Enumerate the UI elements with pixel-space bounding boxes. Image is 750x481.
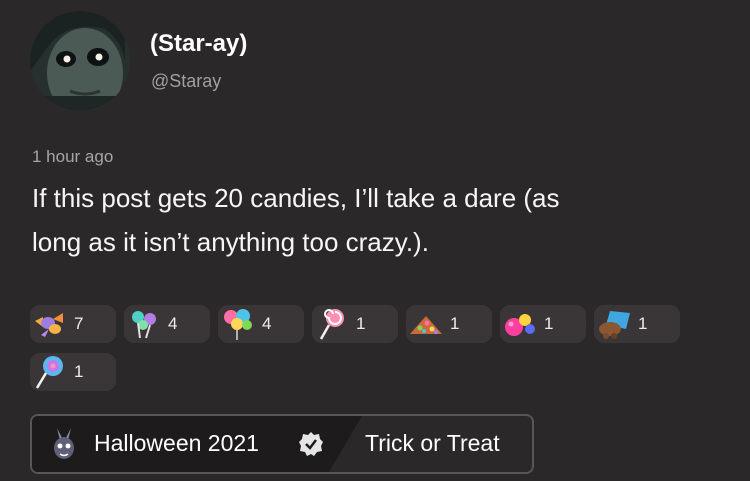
event-name: Halloween 2021 bbox=[94, 430, 259, 456]
wrapped-candy-icon bbox=[30, 305, 70, 343]
reaction-count: 1 bbox=[74, 362, 84, 381]
reaction-count: 7 bbox=[74, 314, 84, 333]
post-text-line: long as it isn’t anything too crazy.). bbox=[32, 227, 429, 257]
reaction-chip-gumballs[interactable]: 1 bbox=[500, 305, 586, 343]
avatar[interactable] bbox=[30, 11, 130, 111]
gumballs-icon bbox=[500, 305, 540, 343]
reaction-chip-candy-pile[interactable]: 1 bbox=[406, 305, 492, 343]
candy-pile-icon bbox=[406, 305, 446, 343]
reaction-count: 1 bbox=[356, 314, 366, 333]
reaction-chip-lollipop[interactable]: 1 bbox=[312, 305, 398, 343]
round-lollipop-icon bbox=[30, 353, 70, 391]
reaction-chip-cotton-candy[interactable]: 4 bbox=[124, 305, 210, 343]
post-text: If this post gets 20 candies, I’ll take … bbox=[32, 176, 722, 264]
balloons-icon bbox=[218, 305, 258, 343]
reaction-chip-wrapped-candy[interactable]: 7 bbox=[30, 305, 116, 343]
post-timestamp: 1 hour ago bbox=[32, 147, 114, 166]
avatar-image bbox=[30, 11, 130, 111]
bunny-mask-icon bbox=[48, 426, 80, 467]
reaction-count: 4 bbox=[168, 314, 178, 333]
reaction-chip-candy-bag[interactable]: 1 bbox=[594, 305, 680, 343]
candy-bag-icon bbox=[594, 305, 634, 343]
user-handle[interactable]: @Staray bbox=[151, 71, 221, 92]
tag-label: Trick or Treat bbox=[365, 430, 500, 456]
reaction-chip-round-lollipop[interactable]: 1 bbox=[30, 353, 116, 391]
reaction-count: 1 bbox=[450, 314, 460, 333]
display-name[interactable]: (Star-ay) bbox=[150, 30, 247, 58]
event-tag-bar[interactable]: Halloween 2021 Trick or Treat bbox=[30, 414, 534, 474]
reaction-count: 1 bbox=[638, 314, 648, 333]
cotton-candy-icon bbox=[124, 305, 164, 343]
verified-badge-icon bbox=[298, 431, 324, 462]
lollipop-icon bbox=[312, 305, 352, 343]
reaction-count: 1 bbox=[544, 314, 554, 333]
reaction-count: 4 bbox=[262, 314, 272, 333]
reaction-chip-balloons[interactable]: 4 bbox=[218, 305, 304, 343]
post-text-line: If this post gets 20 candies, I’ll take … bbox=[32, 183, 560, 213]
